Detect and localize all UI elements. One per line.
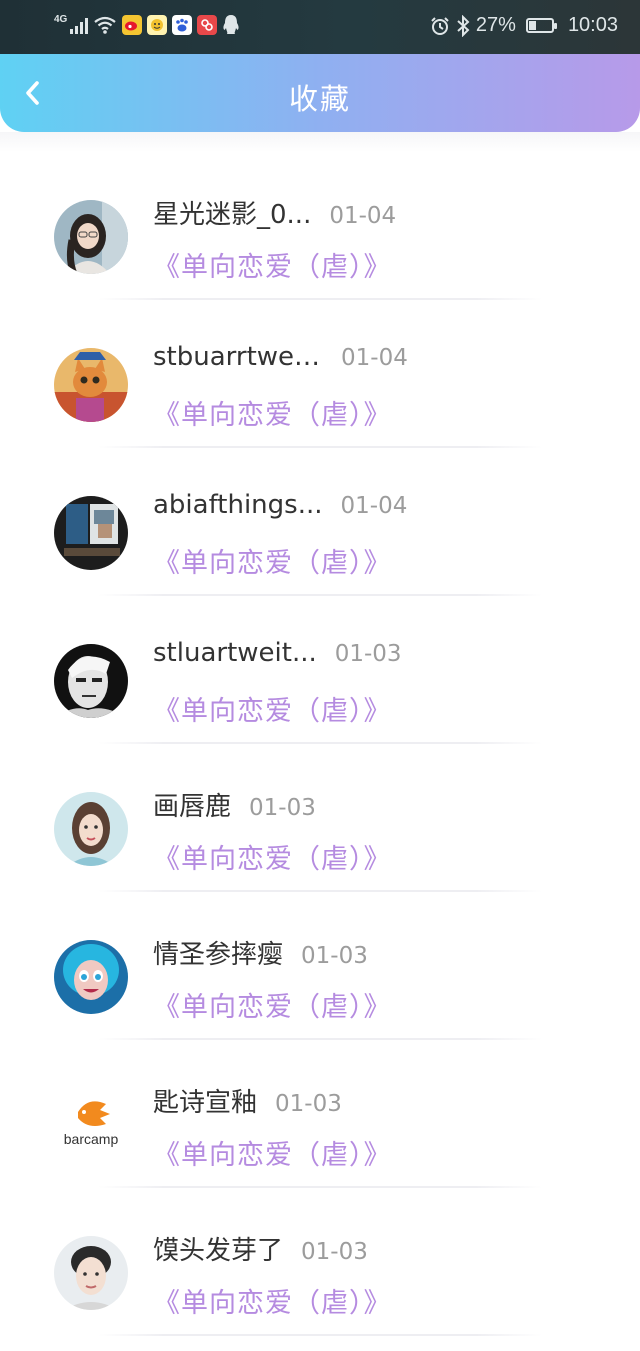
user-name: stluartweit... — [153, 638, 317, 668]
avatar — [54, 792, 128, 866]
item-header: 馍头发芽了 01-03 — [153, 1230, 368, 1267]
book-title[interactable]: 《单向恋爱（虐）》 — [153, 1133, 392, 1172]
item-date: 01-04 — [340, 493, 408, 519]
user-name: stbuarrtwei... — [153, 342, 323, 372]
favorites-list: 星光迷影_0... 01-04 《单向恋爱（虐）》 stbuarrtwei...… — [0, 152, 640, 1336]
avatar — [54, 200, 128, 274]
list-item[interactable]: 星光迷影_0... 01-04 《单向恋爱（虐）》 — [0, 152, 640, 300]
divider — [98, 1334, 542, 1336]
item-header: 情圣参摔瘿 01-03 — [153, 934, 368, 971]
item-header: 匙诗宣釉 01-03 — [153, 1082, 342, 1119]
alarm-icon — [431, 16, 449, 35]
list-item[interactable]: stbuarrtwei... 01-04 《单向恋爱（虐）》 — [0, 300, 640, 448]
qq-icon — [223, 15, 239, 34]
book-title[interactable]: 《单向恋爱（虐）》 — [153, 985, 392, 1024]
book-title[interactable]: 《单向恋爱（虐）》 — [153, 245, 392, 284]
music-icon — [197, 15, 218, 35]
status-left-group: 4G — [54, 14, 240, 36]
item-header: 画唇鹿 01-03 — [153, 786, 316, 823]
item-header: stbuarrtwei... 01-04 — [153, 342, 408, 372]
battery-icon — [525, 18, 557, 33]
user-name: 情圣参摔瘿 — [153, 940, 284, 970]
user-name: 星光迷影_0... — [153, 200, 312, 230]
baidu-icon — [172, 15, 193, 35]
book-title[interactable]: 《单向恋爱（虐）》 — [153, 689, 392, 728]
weibo-icon — [122, 15, 143, 35]
item-date: 01-03 — [334, 641, 402, 667]
header-shadow — [0, 132, 640, 152]
item-date: 01-03 — [301, 943, 368, 969]
list-item[interactable]: 情圣参摔瘿 01-03 《单向恋爱（虐）》 — [0, 892, 640, 1040]
user-name: abiafthings... — [153, 490, 323, 520]
avatar — [54, 940, 128, 1014]
item-date: 01-04 — [341, 345, 408, 371]
item-date: 01-03 — [249, 795, 316, 821]
user-name: 画唇鹿 — [153, 792, 232, 822]
item-header: 星光迷影_0... 01-04 — [153, 194, 396, 231]
status-right-group: 27% 10:03 — [430, 14, 618, 37]
wifi-icon — [94, 16, 117, 34]
avatar: barcamp — [54, 1088, 128, 1162]
item-header: stluartweit... 01-03 — [153, 638, 402, 668]
status-bar: 4G 27% 10:03 — [0, 0, 640, 54]
item-date: 01-03 — [301, 1239, 368, 1265]
avatar — [54, 496, 128, 570]
user-name: 匙诗宣釉 — [153, 1088, 258, 1118]
item-date: 01-04 — [329, 203, 397, 229]
nav-bar: 收藏 — [0, 54, 640, 132]
book-title[interactable]: 《单向恋爱（虐）》 — [153, 1281, 392, 1320]
page-title: 收藏 — [288, 82, 351, 116]
network-type: 4G — [54, 13, 68, 25]
qq-browser-icon — [147, 15, 168, 35]
list-item[interactable]: barcamp 匙诗宣釉 01-03 《单向恋爱（虐）》 — [0, 1040, 640, 1188]
user-name: 馍头发芽了 — [153, 1236, 284, 1266]
list-item[interactable]: stluartweit... 01-03 《单向恋爱（虐）》 — [0, 596, 640, 744]
list-item[interactable]: 画唇鹿 01-03 《单向恋爱（虐）》 — [0, 744, 640, 892]
book-title[interactable]: 《单向恋爱（虐）》 — [153, 837, 392, 876]
avatar — [54, 1236, 128, 1310]
list-item[interactable]: abiafthings... 01-04 《单向恋爱（虐）》 — [0, 448, 640, 596]
book-title[interactable]: 《单向恋爱（虐）》 — [153, 393, 392, 432]
avatar — [54, 644, 128, 718]
book-title[interactable]: 《单向恋爱（虐）》 — [153, 541, 392, 580]
bluetooth-icon — [457, 14, 470, 37]
avatar — [54, 348, 128, 422]
item-header: abiafthings... 01-04 — [153, 490, 407, 520]
battery-percent: 27% — [475, 14, 516, 36]
list-item[interactable]: 馍头发芽了 01-03 《单向恋爱（虐）》 — [0, 1188, 640, 1336]
svg-text:barcamp: barcamp — [64, 1131, 119, 1147]
status-time: 10:03 — [567, 14, 618, 36]
item-date: 01-03 — [275, 1091, 342, 1117]
signal-icon — [70, 16, 89, 34]
